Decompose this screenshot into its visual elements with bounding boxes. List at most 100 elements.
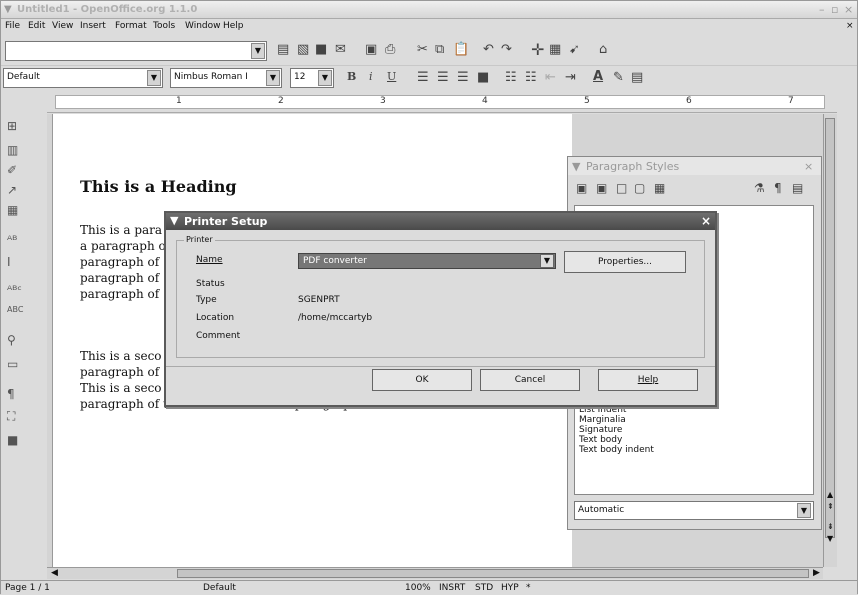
fill-format-icon[interactable]: ⚗ xyxy=(754,181,765,195)
underline-icon[interactable]: U xyxy=(387,70,396,83)
numbering-icon[interactable]: ☷ xyxy=(505,70,517,85)
insert-draw-icon[interactable]: ✐ xyxy=(7,163,17,177)
scrollbar-thumb[interactable] xyxy=(177,569,809,578)
zoom-indicator[interactable]: 100% xyxy=(405,583,431,593)
export-pdf-icon[interactable]: ▣ xyxy=(365,42,377,57)
edit-file-icon[interactable]: ▤ xyxy=(277,42,289,57)
chevron-down-icon[interactable]: ▼ xyxy=(797,503,811,518)
background-color-icon[interactable]: ▤ xyxy=(631,70,643,85)
close-icon[interactable]: × xyxy=(844,3,853,16)
menu-file[interactable]: File xyxy=(5,21,20,31)
hyperlink-mode-indicator[interactable]: HYP xyxy=(501,583,519,593)
stylist-icon[interactable]: ▦ xyxy=(549,42,561,57)
chevron-down-icon[interactable]: ▼ xyxy=(572,160,580,173)
form-icon[interactable]: ▦ xyxy=(7,203,18,217)
numbering-styles-icon[interactable]: ▦ xyxy=(654,181,665,195)
mail-icon[interactable]: ✉ xyxy=(335,42,346,57)
maximize-icon[interactable]: ▫ xyxy=(831,3,838,16)
scroll-left-icon[interactable]: ◀ xyxy=(51,568,58,578)
redo-icon[interactable]: ↷ xyxy=(501,42,512,57)
increase-indent-icon[interactable]: ⇥ xyxy=(565,70,576,85)
style-filter-select[interactable]: Automatic ▼ xyxy=(574,501,814,520)
hyperlink-icon[interactable]: ➹ xyxy=(569,42,580,57)
printer-name-select[interactable]: PDF converter ▼ xyxy=(298,253,556,269)
paragraph-styles-icon[interactable]: ▣ xyxy=(576,181,587,195)
insert-table-icon[interactable]: ⊞ xyxy=(7,119,17,133)
character-styles-icon[interactable]: ▣ xyxy=(596,181,607,195)
insert-object-icon[interactable]: ▥ xyxy=(7,143,18,157)
previous-page-icon[interactable]: ⇞ xyxy=(827,502,834,511)
help-button[interactable]: Help xyxy=(598,369,698,391)
text-cursor-icon[interactable]: I xyxy=(7,255,11,269)
properties-button[interactable]: Properties... xyxy=(564,251,686,273)
paste-icon[interactable]: 📋 xyxy=(453,42,469,57)
close-icon[interactable]: × xyxy=(804,160,813,173)
edit-autotext-icon[interactable]: ᴬᴮ xyxy=(7,233,17,247)
list-item[interactable]: Signature xyxy=(579,425,622,435)
page-styles-icon[interactable]: ▢ xyxy=(634,181,645,195)
gallery-icon[interactable]: ⌂ xyxy=(599,42,607,57)
nonprinting-chars-icon[interactable]: ¶ xyxy=(7,387,15,401)
align-right-icon[interactable]: ☰ xyxy=(457,70,469,85)
spellcheck-icon[interactable]: ᴬᴮᶜ xyxy=(7,283,22,297)
decrease-indent-icon[interactable]: ⇤ xyxy=(545,70,556,85)
selection-mode-indicator[interactable]: STD xyxy=(475,583,493,593)
graphics-off-icon[interactable]: ⛶ xyxy=(7,409,15,424)
close-document-icon[interactable]: × xyxy=(846,21,854,31)
open-icon[interactable]: ▧ xyxy=(297,42,309,57)
align-left-icon[interactable]: ☰ xyxy=(417,70,429,85)
highlight-icon[interactable]: ✎ xyxy=(613,70,624,85)
undo-icon[interactable]: ↶ xyxy=(483,42,494,57)
menu-help[interactable]: Help xyxy=(223,21,244,31)
chevron-down-icon[interactable]: ▼ xyxy=(540,254,554,268)
cancel-button[interactable]: Cancel xyxy=(480,369,580,391)
chevron-down-icon[interactable]: ▼ xyxy=(318,70,332,86)
next-page-icon[interactable]: ⇟ xyxy=(827,522,834,531)
print-icon[interactable]: ⎙ xyxy=(385,42,395,57)
scrollbar-thumb[interactable] xyxy=(825,118,835,538)
frame-styles-icon[interactable]: □ xyxy=(616,181,627,195)
navigator-icon[interactable]: ✛ xyxy=(531,40,544,59)
font-size-combobox[interactable]: 12 ▼ xyxy=(290,68,334,88)
menu-edit[interactable]: Edit xyxy=(28,21,45,31)
find-icon[interactable]: ⚲ xyxy=(7,333,16,347)
menu-window[interactable]: Window xyxy=(185,21,221,31)
scroll-up-icon[interactable]: ▲ xyxy=(827,490,833,499)
bold-icon[interactable]: B xyxy=(347,70,356,83)
close-icon[interactable]: × xyxy=(701,214,711,228)
scroll-down-icon[interactable]: ▼ xyxy=(827,534,833,543)
scroll-right-icon[interactable]: ▶ xyxy=(813,568,820,578)
insert-mode-indicator[interactable]: INSRT xyxy=(439,583,465,593)
horizontal-ruler[interactable]: 1 2 3 4 5 6 7 xyxy=(47,91,837,113)
ok-button[interactable]: OK xyxy=(372,369,472,391)
align-center-icon[interactable]: ☰ xyxy=(437,70,449,85)
copy-icon[interactable]: ⧉ xyxy=(435,42,444,57)
justify-icon[interactable]: ■ xyxy=(477,70,489,85)
url-combobox[interactable]: ▼ xyxy=(5,41,267,61)
new-style-icon[interactable]: ¶ xyxy=(774,181,782,195)
dialog-menu-icon[interactable]: ▼ xyxy=(170,214,178,227)
autospellcheck-icon[interactable]: ABC xyxy=(7,305,23,314)
chevron-down-icon[interactable]: ▼ xyxy=(266,70,280,86)
list-item[interactable]: Text body indent xyxy=(579,445,654,455)
online-layout-icon[interactable]: ■ xyxy=(7,433,18,447)
italic-icon[interactable]: i xyxy=(369,70,373,83)
font-color-icon[interactable]: A xyxy=(593,69,603,84)
paragraph-style-combobox[interactable]: Default ▼ xyxy=(3,68,163,88)
vertical-scrollbar[interactable]: ▲ ⇞ ⇟ ▼ xyxy=(823,114,837,567)
minimize-icon[interactable]: – xyxy=(819,3,825,16)
menu-tools[interactable]: Tools xyxy=(153,21,175,31)
horizontal-scrollbar[interactable]: ◀ ▶ xyxy=(47,567,823,579)
save-icon[interactable]: ■ xyxy=(315,42,327,57)
bullets-icon[interactable]: ☷ xyxy=(525,70,537,85)
list-item[interactable]: Marginalia xyxy=(579,415,626,425)
update-style-icon[interactable]: ▤ xyxy=(792,181,803,195)
font-name-combobox[interactable]: Nimbus Roman I ▼ xyxy=(170,68,282,88)
menu-insert[interactable]: Insert xyxy=(80,21,106,31)
chevron-down-icon[interactable]: ▼ xyxy=(251,43,265,59)
menu-view[interactable]: View xyxy=(52,21,73,31)
window-menu-icon[interactable]: ▼ xyxy=(4,4,12,15)
menu-format[interactable]: Format xyxy=(115,21,147,31)
insert-field-icon[interactable]: ↗ xyxy=(7,183,17,197)
chevron-down-icon[interactable]: ▼ xyxy=(147,70,161,86)
